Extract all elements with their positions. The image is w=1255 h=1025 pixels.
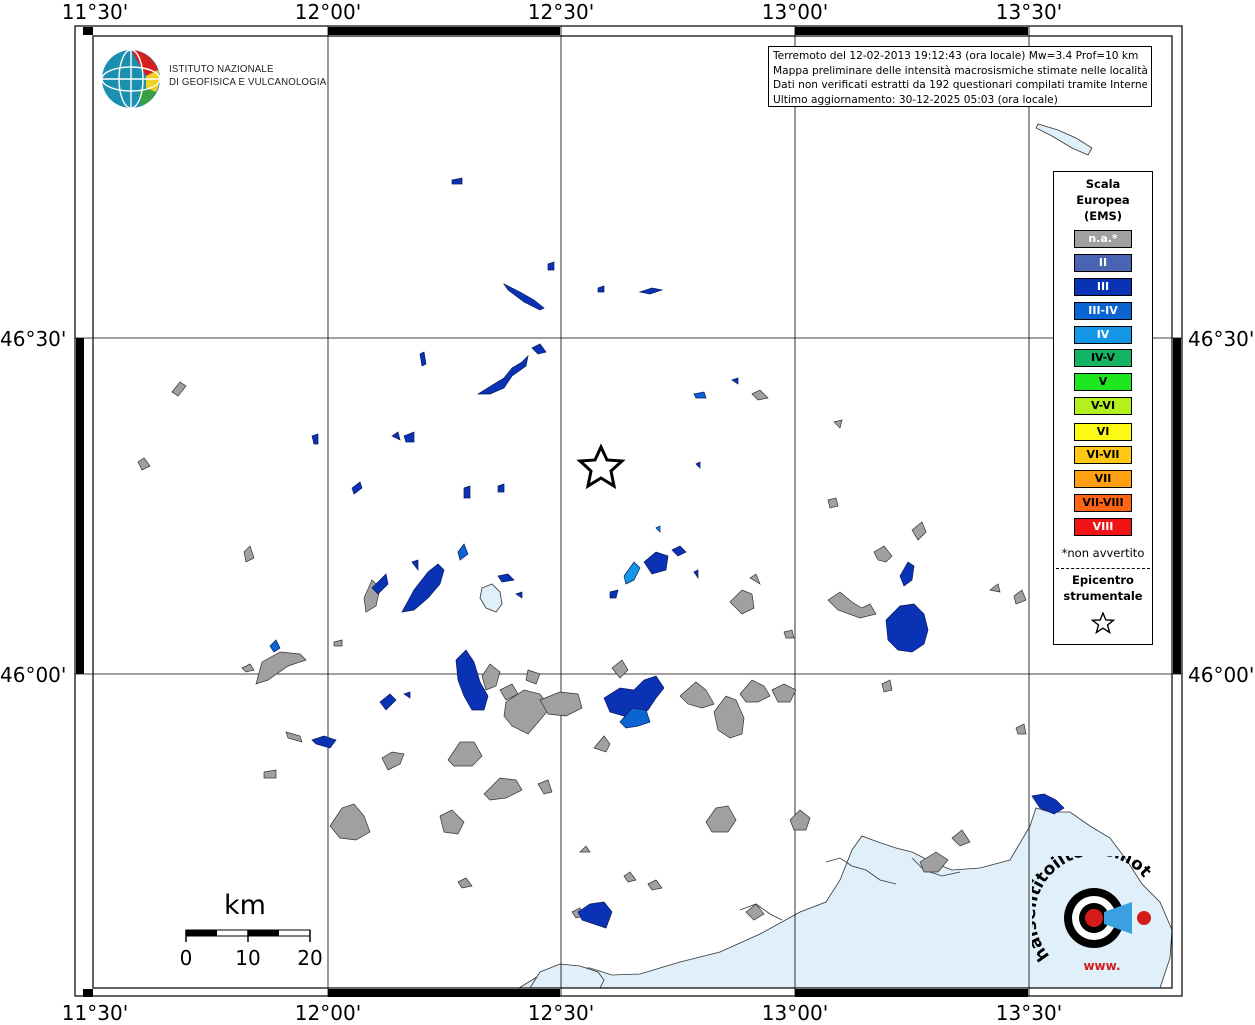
watermark-www: www. (1083, 959, 1120, 973)
legend-epicentre-line-1: Epicentro (1072, 573, 1134, 587)
legend-epicentre-line-2: strumentale (1063, 589, 1143, 603)
ems-legend: Scala Europea (EMS) n.a.* II III III-IV … (1053, 171, 1153, 645)
legend-separator (1056, 568, 1150, 569)
lagoon (529, 963, 605, 989)
lon-label-top-1: 11°30' (61, 0, 129, 24)
legend-epicentre-label: Epicentro strumentale (1054, 572, 1152, 604)
lon-label-top-5: 13°30' (995, 0, 1063, 24)
legend-swatch-iii: III (1074, 278, 1132, 296)
lake-2 (479, 583, 503, 613)
legend-swatch-vii-viii: VII-VIII (1074, 494, 1132, 512)
scalebar-unit: km (224, 890, 266, 921)
lon-label-top-4: 13°00' (761, 0, 829, 24)
lon-label-top-3: 12°30' (527, 0, 595, 24)
haisentito-logo: haisentitoilterremoto.it www. (1032, 856, 1155, 973)
lat-label-left-1: 46°30' (0, 327, 67, 351)
ingv-globe-icon (101, 49, 161, 109)
event-info-box: Terremoto del 12-02-2013 19:12:43 (ora l… (768, 46, 1152, 107)
legend-swatch-ii: II (1074, 254, 1132, 272)
lon-label-bottom-1: 11°30' (61, 1001, 129, 1025)
legend-swatch-iv: IV (1074, 326, 1132, 344)
legend-swatch-v: V (1074, 373, 1132, 391)
lon-label-bottom-5: 13°30' (995, 1001, 1063, 1025)
legend-title-line-3: (EMS) (1083, 209, 1123, 223)
ingv-logo: ISTITUTO NAZIONALE DI GEOFISICA E VULCAN… (100, 48, 340, 110)
municipalities-intensity-iii (311, 177, 1065, 929)
scalebar-tick-0: 0 (179, 946, 193, 970)
legend-swatch-v-vi: V-VI (1074, 397, 1132, 415)
legend-swatch-iii-iv: III-IV (1074, 302, 1132, 320)
legend-swatch-viii: VIII (1074, 518, 1132, 536)
legend-title-line-2: Europea (1076, 193, 1130, 207)
lat-label-left-2: 46°00' (0, 663, 67, 687)
legend-title-line-1: Scala (1085, 177, 1121, 191)
legend-swatch-na: n.a.* (1074, 230, 1132, 248)
lat-label-right-1: 46°30' (1188, 327, 1255, 351)
legend-star-icon (1091, 612, 1115, 634)
logo-line-1: ISTITUTO NAZIONALE (169, 63, 274, 75)
lon-label-bottom-4: 13°00' (761, 1001, 829, 1025)
legend-swatch-vi-vii: VI-VII (1074, 446, 1132, 464)
lake-1 (1035, 123, 1093, 156)
legend-title: Scala Europea (EMS) (1054, 176, 1152, 224)
question-badge-icon (1137, 911, 1151, 925)
lat-label-right-2: 46°00' (1188, 663, 1255, 687)
legend-swatch-iv-v: IV-V (1074, 349, 1132, 367)
legend-swatch-vii: VII (1074, 470, 1132, 488)
info-line-4: Ultimo aggiornamento: 30-12-2025 05:03 (… (773, 93, 1058, 106)
scalebar: km 0 10 20 (176, 886, 326, 976)
scalebar-tick-20: 20 (297, 946, 323, 970)
info-line-1: Terremoto del 12-02-2013 19:12:43 (ora l… (773, 50, 1139, 62)
epicentre-star-icon (576, 443, 626, 490)
info-line-3: Dati non verificati estratti da 192 ques… (773, 79, 1147, 92)
logo-line-2: DI GEOFISICA E VULCANOLOGIA (169, 76, 327, 88)
legend-note: *non avvertito (1061, 546, 1145, 560)
lon-label-top-2: 12°00' (294, 0, 362, 24)
legend-swatch-vi: VI (1074, 423, 1132, 441)
info-line-2: Mappa preliminare delle intensità macros… (773, 64, 1147, 77)
lon-label-bottom-2: 12°00' (294, 1001, 362, 1025)
lon-label-bottom-3: 12°30' (527, 1001, 595, 1025)
scalebar-tick-10: 10 (235, 946, 261, 970)
